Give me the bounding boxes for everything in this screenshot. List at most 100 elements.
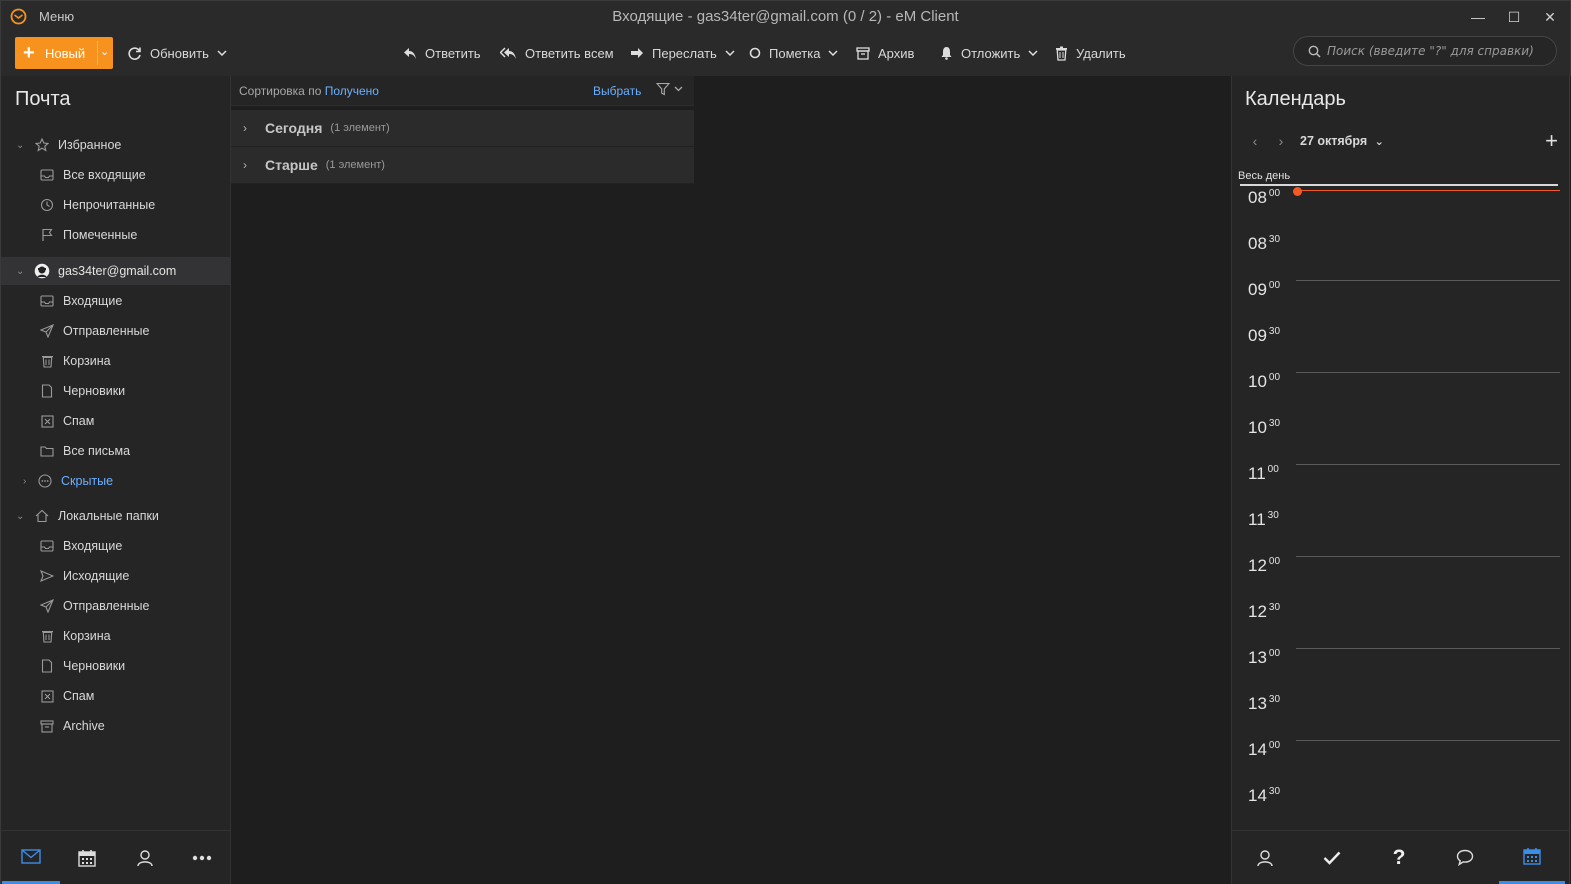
calendar-icon [78,849,96,867]
sidebar-item-local-drafts[interactable]: Черновики [1,652,231,680]
select-link[interactable]: Выбрать [593,84,641,98]
sidebar-item-label: Корзина [63,629,111,643]
sidebar-item-spam[interactable]: Спам [1,407,231,435]
panel-chat-button[interactable] [1432,831,1498,884]
panel-agenda-button[interactable] [1499,831,1565,884]
date-picker[interactable]: 27 октября ⌄ [1300,134,1384,148]
checkmark-icon [1323,851,1341,865]
group-header-older[interactable]: › Старше (1 элемент) [231,147,694,184]
sidebar-item-sent[interactable]: Отправленные [1,317,231,345]
sidebar-item-inbox[interactable]: Входящие [1,287,231,315]
toolbar: + Новый ⌄ Обновить Ответить Ответить все… [0,32,1571,76]
time-slot-label: 14 30 [1248,786,1288,806]
time-slot-minute: 00 [1267,464,1279,475]
sidebar-item-archive[interactable]: Archive [1,712,231,740]
nav-calendar[interactable] [58,831,116,884]
delete-button[interactable]: Удалить [1055,42,1126,64]
flag-label: Пометка [769,45,821,61]
chevron-down-icon[interactable]: ⌄ [16,140,28,151]
sidebar-item-trash[interactable]: Корзина [1,347,231,375]
add-event-button[interactable]: + [1545,128,1558,154]
nav-contacts[interactable] [116,831,174,884]
time-slot-minute: 00 [1268,556,1281,567]
sidebar-item-local-sent[interactable]: Отправленные [1,592,231,620]
snooze-button[interactable]: Отложить [940,42,1038,64]
chevron-down-icon[interactable] [1028,50,1038,56]
hour-gridline [1296,648,1560,649]
calendar-navigation: ‹ › 27 октября ⌄ + [1242,128,1562,154]
time-slot-hour: 13 [1248,648,1267,667]
favorites-group[interactable]: ⌄ Избранное [1,131,231,159]
sidebar-item-outbox[interactable]: Исходящие [1,562,231,590]
nav-mail[interactable] [2,831,60,884]
chevron-down-icon[interactable] [725,50,735,56]
nav-more[interactable] [173,831,231,884]
sidebar-item-unread[interactable]: Непрочитанные [1,191,231,219]
account-group[interactable]: ⌄ gas34ter@gmail.com [1,257,231,285]
search-input[interactable] [1327,44,1556,58]
forward-button[interactable]: Переслать [630,42,735,64]
calendar-panel: Календарь ‹ › 27 октября ⌄ + Весь день 0… [1232,76,1570,833]
sidebar-item-label: Черновики [63,384,126,398]
time-slot-hour: 12 [1248,556,1267,575]
sidebar-item-local-inbox[interactable]: Входящие [1,532,231,560]
previous-day-icon[interactable]: ‹ [1242,133,1268,149]
panel-help-button[interactable]: ? [1366,831,1432,884]
reply-all-label: Ответить всем [525,45,614,61]
sidebar-heading: Почта [15,88,71,110]
panel-tasks-button[interactable] [1299,831,1365,884]
circle-flag-icon [749,47,761,59]
local-folders-group[interactable]: ⌄ Локальные папки [1,502,231,530]
next-day-icon[interactable]: › [1268,133,1294,149]
time-slot-label: 14 00 [1248,740,1288,760]
group-count: (1 элемент) [325,159,385,171]
sidebar-item-all-mail[interactable]: Все письма [1,437,231,465]
chevron-down-icon[interactable]: ⌄ [16,511,28,522]
chat-bubble-icon [1456,849,1474,866]
all-day-label: Весь день [1238,170,1291,182]
sidebar-item-drafts[interactable]: Черновики [1,377,231,405]
star-icon [34,137,50,153]
panel-contacts-button[interactable] [1232,831,1298,884]
maximize-button[interactable]: ☐ [1503,7,1525,27]
new-dropdown-chevron-icon[interactable]: ⌄ [100,45,109,58]
sidebar-item-all-inboxes[interactable]: Все входящие [1,161,231,189]
calendar-title: Календарь [1245,88,1346,110]
group-header-today[interactable]: › Сегодня (1 элемент) [231,110,694,147]
reply-all-button[interactable]: Ответить всем [500,42,614,64]
sidebar-item-flagged[interactable]: Помеченные [1,221,231,249]
chevron-down-icon[interactable]: ⌄ [16,266,28,277]
archive-button[interactable]: Архив [856,42,914,64]
filter-button[interactable] [656,82,683,96]
close-button[interactable]: ✕ [1539,7,1561,27]
hour-gridline [1296,464,1560,465]
reply-button[interactable]: Ответить [403,42,481,64]
search-box[interactable] [1293,36,1557,66]
sidebar-item-label: Исходящие [63,569,130,583]
chevron-down-icon[interactable] [828,50,838,56]
chevron-right-icon[interactable]: › [243,158,255,172]
chevron-down-icon[interactable] [217,50,227,56]
minimize-button[interactable]: — [1467,7,1489,27]
account-label: gas34ter@gmail.com [58,264,177,278]
time-slot-label: 10 30 [1248,418,1288,438]
flag-button[interactable]: Пометка [749,42,838,64]
time-slot-label: 13 00 [1248,648,1288,668]
sidebar-item-local-spam[interactable]: Спам [1,682,231,710]
chevron-right-icon[interactable]: › [23,476,35,487]
trash-icon [39,628,55,644]
sort-field-link[interactable]: Получено [325,84,379,98]
inbox-icon [39,293,55,309]
refresh-button[interactable]: Обновить [127,42,227,64]
forward-icon [631,48,643,58]
new-button[interactable]: + Новый ⌄ [15,37,113,69]
time-slot-label: 13 30 [1248,694,1288,714]
time-slot-hour: 09 [1248,280,1267,299]
sidebar-item-label: Все входящие [63,168,146,182]
archive-icon [856,46,870,60]
question-mark-icon: ? [1392,845,1406,869]
sidebar-item-hidden[interactable]: › Скрытые [1,467,231,495]
time-slot-minute: 30 [1268,234,1281,245]
chevron-right-icon[interactable]: › [243,121,255,135]
sidebar-item-local-trash[interactable]: Корзина [1,622,231,650]
